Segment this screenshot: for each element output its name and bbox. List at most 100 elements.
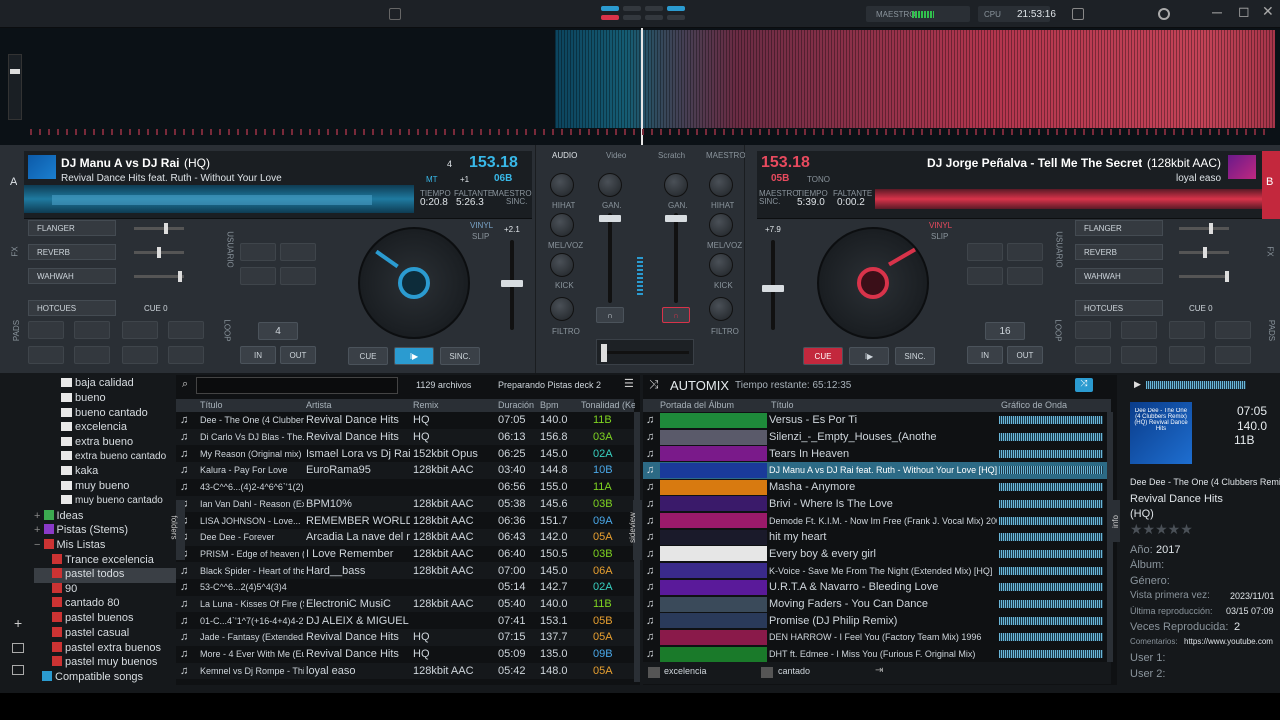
automix-row[interactable]: ♫ K-Voice - Save Me From The Night (Exten…	[643, 562, 1111, 579]
deck-b-out-button[interactable]: OUT	[1007, 346, 1043, 364]
deck-b-loop-tab[interactable]: LOOP	[1054, 319, 1063, 341]
tab-audio[interactable]: AUDIO	[552, 151, 577, 160]
sideview-tab-label[interactable]: sideview	[628, 512, 637, 543]
deck-b-fx2-dropdown[interactable]: REVERB	[1075, 244, 1163, 260]
deck-a-hotcues-dropdown[interactable]: HOTCUES	[28, 300, 116, 316]
deck-a-fx3-slider[interactable]	[134, 275, 184, 278]
window-icon[interactable]	[12, 665, 24, 675]
deck-b-key[interactable]: 05B	[771, 173, 789, 184]
playlist-item[interactable]: Trance excelencia	[52, 554, 154, 566]
deck-b-bpm[interactable]: 153.18	[761, 154, 810, 172]
record-icon[interactable]	[1072, 8, 1084, 20]
table-row[interactable]: ♫Ian Van Dahl - Reason (Ext...BPM10%128k…	[176, 495, 634, 513]
deck-a-pad-5[interactable]	[28, 346, 64, 364]
headphone-b-button[interactable]: ∩	[662, 307, 690, 323]
deck-a-fx1-dropdown[interactable]: FLANGER	[28, 220, 116, 236]
deck-a-pad-8[interactable]	[168, 346, 204, 364]
automix-row[interactable]: ♫ hit my heart	[643, 529, 1111, 546]
automix-row[interactable]: ♫ U.R.T.A & Navarro - Bleeding Love	[643, 579, 1111, 596]
deck-a-user-pad-4[interactable]	[280, 267, 316, 285]
deck-a-out-button[interactable]: OUT	[280, 346, 316, 364]
automix-tab-excelencia[interactable]: excelencia	[664, 666, 707, 676]
col-artist[interactable]: Artista	[306, 400, 332, 410]
tree-item[interactable]: muy bueno	[61, 480, 129, 492]
deck-a-user-tab[interactable]: USUARIO	[226, 231, 235, 267]
deck-a-pad-4[interactable]	[168, 321, 204, 339]
deck-b-user-tab[interactable]: USUARIO	[1055, 231, 1064, 267]
deck-b-letter[interactable]: B	[1266, 176, 1273, 188]
automix-row[interactable]: ♫ Demode Ft. K.I.M. - Now Im Free (Frank …	[643, 512, 1111, 529]
gain-a-knob[interactable]	[598, 173, 622, 197]
zoom-slider[interactable]	[8, 54, 22, 120]
add-tab-icon[interactable]: ⇥	[875, 665, 883, 676]
deck-b-in-button[interactable]: IN	[967, 346, 1003, 364]
table-row[interactable]: ♫ My Reason (Original mix) Ismael Lora vs …	[176, 445, 634, 462]
crossfader[interactable]	[596, 339, 694, 365]
automix-row[interactable]: ♫ DJ Manu A vs DJ Rai feat. Ruth - Withou…	[643, 462, 1111, 479]
scrolling-waveform[interactable]	[555, 30, 1275, 128]
tree-item[interactable]: muy bueno cantado	[61, 495, 163, 506]
deck-a-pad-6[interactable]	[74, 346, 110, 364]
deck-b-user-pad-1[interactable]	[967, 243, 1003, 261]
table-row[interactable]: ♫ La Luna - Kisses Of Fire (S...Electroni…	[176, 595, 634, 613]
deck-b-pad-8[interactable]	[1215, 346, 1251, 364]
preview-play-icon[interactable]: ▶	[1134, 379, 1141, 390]
col-bpm[interactable]: Bpm	[540, 400, 559, 410]
tab-master[interactable]: MAESTRO	[706, 151, 746, 160]
deck-b-remain[interactable]: 0:00.2	[837, 197, 865, 208]
deck-a-bpm[interactable]: 153.18	[469, 154, 518, 172]
comments-value[interactable]: https://www.youtube.com	[1184, 637, 1280, 646]
table-row[interactable]: ♫Dee Dee - ForeverArcadia La nave del re…	[176, 528, 634, 546]
maximize-icon[interactable]: ◻	[1238, 3, 1250, 20]
deck-b-time[interactable]: 5:39.0	[797, 197, 825, 208]
list-menu-icon[interactable]: ☰	[624, 377, 634, 390]
tree-item[interactable]: bueno cantado	[61, 407, 148, 419]
automix-row[interactable]: ♫ Silenzi_-_Empty_Houses_(Anothe	[643, 429, 1111, 446]
deck-a-jog-wheel[interactable]	[358, 227, 470, 339]
tree-item[interactable]: bueno	[61, 392, 106, 404]
deck-b-pad-7[interactable]	[1169, 346, 1205, 364]
deck-b-fx1-slider[interactable]	[1179, 227, 1229, 230]
deck-a-pad-1[interactable]	[28, 321, 64, 339]
playlist-item[interactable]: pastel buenos	[52, 612, 134, 624]
automix-toggle-button[interactable]: ⤨	[1075, 378, 1093, 392]
deck-a-pitch-offset[interactable]: +1	[460, 175, 469, 184]
deck-a-fx-tab[interactable]: FX	[11, 246, 20, 256]
deck-a-user-pad-2[interactable]	[280, 243, 316, 261]
deck-b-loop-value[interactable]: 16	[985, 322, 1025, 340]
deck-a-loop-value[interactable]: 4	[258, 322, 298, 340]
deck-b-fx3-slider[interactable]	[1179, 275, 1229, 278]
table-row[interactable]: ♫ Dee - The One (4 Clubbers ReRevival Dan…	[176, 412, 634, 429]
deck-b-pad-1[interactable]	[1075, 321, 1111, 339]
deck-b-pad-2[interactable]	[1121, 321, 1157, 339]
tree-item[interactable]: extra bueno cantado	[61, 451, 166, 462]
preview-waveform[interactable]	[1146, 381, 1246, 389]
table-row[interactable]: ♫ 53-C^^6...2(4)5^4(3)4 05:14 142.7 02A	[176, 579, 634, 596]
playlist-item[interactable]: pastel extra buenos	[52, 642, 161, 654]
tree-item[interactable]: extra bueno	[61, 436, 133, 448]
minimize-icon[interactable]: ─	[1212, 4, 1222, 20]
tree-stems[interactable]: + Pistas (Stems)	[34, 524, 128, 536]
tree-item[interactable]: excelencia	[61, 421, 127, 433]
info-tab-label[interactable]: info	[1111, 515, 1120, 528]
deck-a-fx2-dropdown[interactable]: REVERB	[28, 244, 116, 260]
deck-a-pad-2[interactable]	[74, 321, 110, 339]
col-waveform[interactable]: Gráfico de Onda	[1001, 400, 1067, 410]
table-row[interactable]: ♫ 01-C...4`'1^7(+16-4+4)4-2(... DJ ALEIX &…	[176, 612, 634, 629]
automix-row[interactable]: ♫ Promise (DJ Philip Remix)	[643, 612, 1111, 629]
tree-item[interactable]: baja calidad	[61, 377, 134, 389]
deck-b-user-pad-2[interactable]	[1007, 243, 1043, 261]
playlist-item-selected[interactable]: pastel todos	[52, 568, 124, 580]
tab-scratch[interactable]: Scratch	[658, 151, 685, 160]
automix-row[interactable]: ♫ Brivi - Where Is The Love	[643, 496, 1111, 513]
deck-b-pad-5[interactable]	[1075, 346, 1111, 364]
filter-b-knob[interactable]	[709, 297, 733, 321]
col-key[interactable]: Tonalidad (Ke	[581, 400, 635, 410]
deck-b-hotcues-dropdown[interactable]: HOTCUES	[1075, 300, 1163, 316]
automix-row[interactable]: ♫ DHT ft. Edmee - I Miss You (Furious F. …	[643, 646, 1111, 663]
deck-layout-selector[interactable]	[601, 6, 685, 22]
deck-a-loop-tab[interactable]: LOOP	[223, 319, 232, 341]
playlist-item[interactable]: pastel casual	[52, 627, 129, 639]
automix-row[interactable]: ♫ Tears In Heaven	[643, 445, 1111, 462]
automix-row[interactable]: ♫ Masha - Anymore	[643, 479, 1111, 496]
